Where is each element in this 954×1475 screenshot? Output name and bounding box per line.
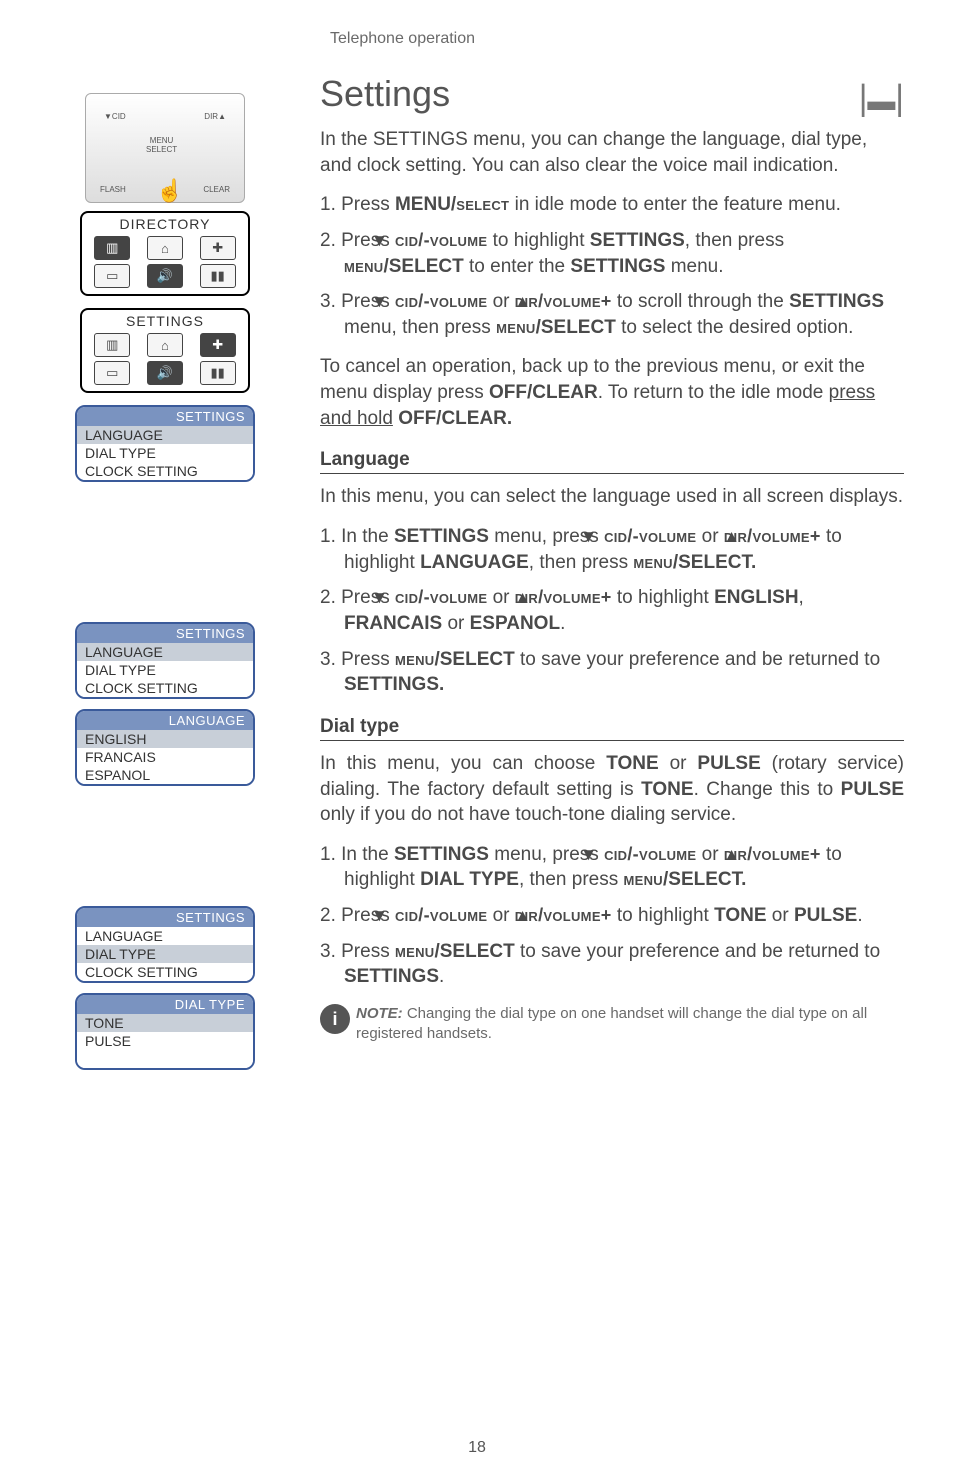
phone-illustration: ▼CID DIR▲ MENUSELECT FLASH CLEAR ☝ [85,93,245,203]
menu-item: LANGUAGE [77,643,253,661]
menu-item: CLOCK SETTING [77,963,253,981]
cancel-text: To cancel an operation, back up to the p… [320,354,904,431]
speaker-icon: 🔊 [147,264,183,288]
menu-item: LANGUAGE [77,426,253,444]
dial-step-2: 2. Press ▼cid/-volume or dir▲/volume+ to… [320,903,904,929]
menu-item: DIAL TYPE [77,661,253,679]
info-icon: i [320,1004,350,1034]
screen-title: LANGUAGE [77,711,253,730]
tape-icon: ▭ [94,264,130,288]
dialtype-heading: Dial type [320,716,904,741]
phone-label-cid: ▼CID [104,112,126,121]
menu-item: TONE [77,1014,253,1032]
menu-item: ENGLISH [77,730,253,748]
lcd-settings: SETTINGS ▥ ⌂ ✚ ▭ 🔊 ▮▮ [80,308,250,393]
lang-step-3: 3. Press menu/SELECT to save your prefer… [320,647,904,698]
right-column: Settings ⎮▬⎮ In the SETTINGS menu, you c… [280,73,904,1080]
bars-icon: ▮▮ [200,264,236,288]
lang-step-2: 2. Press ▼cid/-volume or dir▲/volume+ to… [320,585,904,636]
menu-item: FRANCAIS [77,748,253,766]
lcd-title: SETTINGS [82,310,248,329]
screen-settings-menu: SETTINGS LANGUAGE DIAL TYPE CLOCK SETTIN… [75,405,255,482]
phone-label-menu: MENUSELECT [146,136,177,154]
screen-language-menu: LANGUAGE ENGLISH FRANCAIS ESPANOL [75,709,255,786]
menu-item: DIAL TYPE [77,945,253,963]
dial-step-1: 1. In the SETTINGS menu, press ▼cid/-vol… [320,842,904,893]
dialtype-intro: In this menu, you can choose TONE or PUL… [320,751,904,828]
main-steps: 1. Press MENU/select in idle mode to ent… [320,192,904,340]
note-row: i NOTE: Changing the dial type on one ha… [320,1004,904,1043]
menu-item [77,1050,253,1068]
book-icon: ▥ [94,236,130,260]
screen-title: SETTINGS [77,908,253,927]
phone-label-dir: DIR▲ [204,112,226,121]
handset-icon: ⌂ [147,236,183,260]
menu-item: CLOCK SETTING [77,679,253,697]
menu-item: LANGUAGE [77,927,253,945]
book-icon: ▥ [94,333,130,357]
screen-title: SETTINGS [77,624,253,643]
menu-item: CLOCK SETTING [77,462,253,480]
lcd-directory: DIRECTORY ▥ ⌂ ✚ ▭ 🔊 ▮▮ [80,211,250,296]
lang-step-1: 1. In the SETTINGS menu, press ▼cid/-vol… [320,524,904,575]
dial-step-3: 3. Press menu/SELECT to save your prefer… [320,939,904,990]
menu-item: PULSE [77,1032,253,1050]
step-2: 2. Press ▼cid/-volume to highlight SETTI… [320,228,904,279]
step-3: 3. Press ▼cid/-volume or dir▲/volume+ to… [320,289,904,340]
phone-label-clear: CLEAR [203,185,230,194]
lcd-title: DIRECTORY [82,213,248,232]
language-steps: 1. In the SETTINGS menu, press ▼cid/-vol… [320,524,904,698]
screen-title: SETTINGS [77,407,253,426]
tools-icon: ✚ [200,333,236,357]
screen-settings-menu-2: SETTINGS LANGUAGE DIAL TYPE CLOCK SETTIN… [75,622,255,699]
menu-item: DIAL TYPE [77,444,253,462]
section-header: Telephone operation [330,30,904,48]
dialtype-steps: 1. In the SETTINGS menu, press ▼cid/-vol… [320,842,904,990]
note-text: NOTE: Changing the dial type on one hand… [356,1004,904,1043]
language-intro: In this menu, you can select the languag… [320,484,904,510]
speaker-icon: 🔊 [147,361,183,385]
tools-icon: ✚ [200,236,236,260]
intro-text: In the SETTINGS menu, you can change the… [320,127,904,178]
hand-pointer-icon: ☝ [156,178,183,204]
screen-settings-menu-3: SETTINGS LANGUAGE DIAL TYPE CLOCK SETTIN… [75,906,255,983]
tape-icon: ▭ [94,361,130,385]
bars-icon: ▮▮ [200,361,236,385]
page-number: 18 [0,1439,954,1457]
page-title: Settings [320,73,450,115]
step-1: 1. Press MENU/select in idle mode to ent… [320,192,904,218]
handset-title-icon: ⎮▬⎮ [856,84,904,117]
menu-item: ESPANOL [77,766,253,784]
screen-dialtype-menu: DIAL TYPE TONE PULSE [75,993,255,1070]
screen-title: DIAL TYPE [77,995,253,1014]
language-heading: Language [320,449,904,474]
phone-label-flash: FLASH [100,185,126,194]
left-column: ▼CID DIR▲ MENUSELECT FLASH CLEAR ☝ DIREC… [50,73,280,1080]
handset-icon: ⌂ [147,333,183,357]
